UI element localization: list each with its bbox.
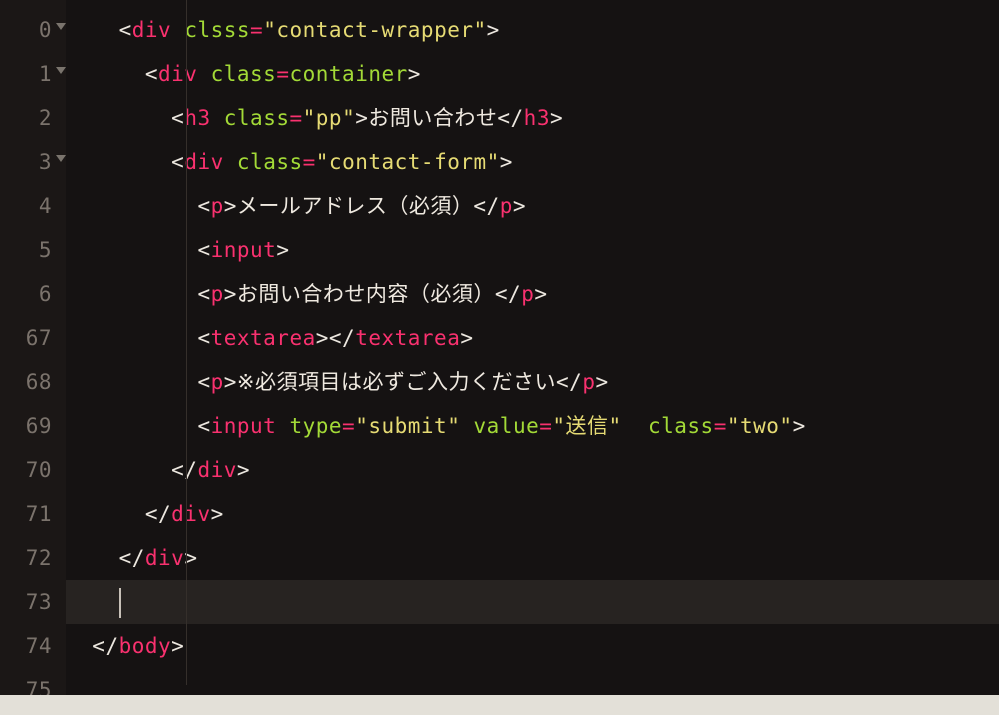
code-line[interactable]: <p>お問い合わせ内容（必須）</p> xyxy=(66,272,999,316)
line-number: 4 xyxy=(0,184,52,228)
code-line[interactable]: <p>※必須項目は必ずご入力ください</p> xyxy=(66,360,999,404)
code-line[interactable]: <div clsss="contact-wrapper"> xyxy=(66,8,999,52)
code-line[interactable]: </body> xyxy=(66,624,999,668)
code-line[interactable]: <h3 class="pp">お問い合わせ</h3> xyxy=(66,96,999,140)
code-editor: 0123456676869707172737475 <div clsss="co… xyxy=(0,0,999,715)
line-number: 72 xyxy=(0,536,52,580)
code-line[interactable]: <div class=container> xyxy=(66,52,999,96)
line-number: 2 xyxy=(0,96,52,140)
code-line[interactable]: <input> xyxy=(66,228,999,272)
line-number: 69 xyxy=(0,404,52,448)
code-line[interactable]: </div> xyxy=(66,492,999,536)
bottom-panel xyxy=(0,695,999,715)
line-number: 1 xyxy=(0,52,52,96)
line-number: 70 xyxy=(0,448,52,492)
code-line[interactable]: </div> xyxy=(66,536,999,580)
line-number: 0 xyxy=(0,8,52,52)
line-number: 68 xyxy=(0,360,52,404)
fold-icon[interactable] xyxy=(56,67,66,74)
indent-guide xyxy=(186,0,187,685)
line-number: 73 xyxy=(0,580,52,624)
code-line[interactable]: </div> xyxy=(66,448,999,492)
line-number: 6 xyxy=(0,272,52,316)
line-number: 3 xyxy=(0,140,52,184)
fold-icon[interactable] xyxy=(56,23,66,30)
code-line[interactable]: <textarea></textarea> xyxy=(66,316,999,360)
fold-icon[interactable] xyxy=(56,155,66,162)
line-number: 71 xyxy=(0,492,52,536)
code-line[interactable]: <p>メールアドレス（必須）</p> xyxy=(66,184,999,228)
code-line[interactable]: <input type="submit" value="送信" class="t… xyxy=(66,404,999,448)
line-number-gutter: 0123456676869707172737475 xyxy=(0,0,66,715)
line-number: 67 xyxy=(0,316,52,360)
code-line[interactable] xyxy=(66,580,999,624)
code-line[interactable]: <div class="contact-form"> xyxy=(66,140,999,184)
line-number: 74 xyxy=(0,624,52,668)
line-number: 5 xyxy=(0,228,52,272)
code-area[interactable]: <div clsss="contact-wrapper"> <div class… xyxy=(66,0,999,715)
text-cursor xyxy=(119,588,121,618)
